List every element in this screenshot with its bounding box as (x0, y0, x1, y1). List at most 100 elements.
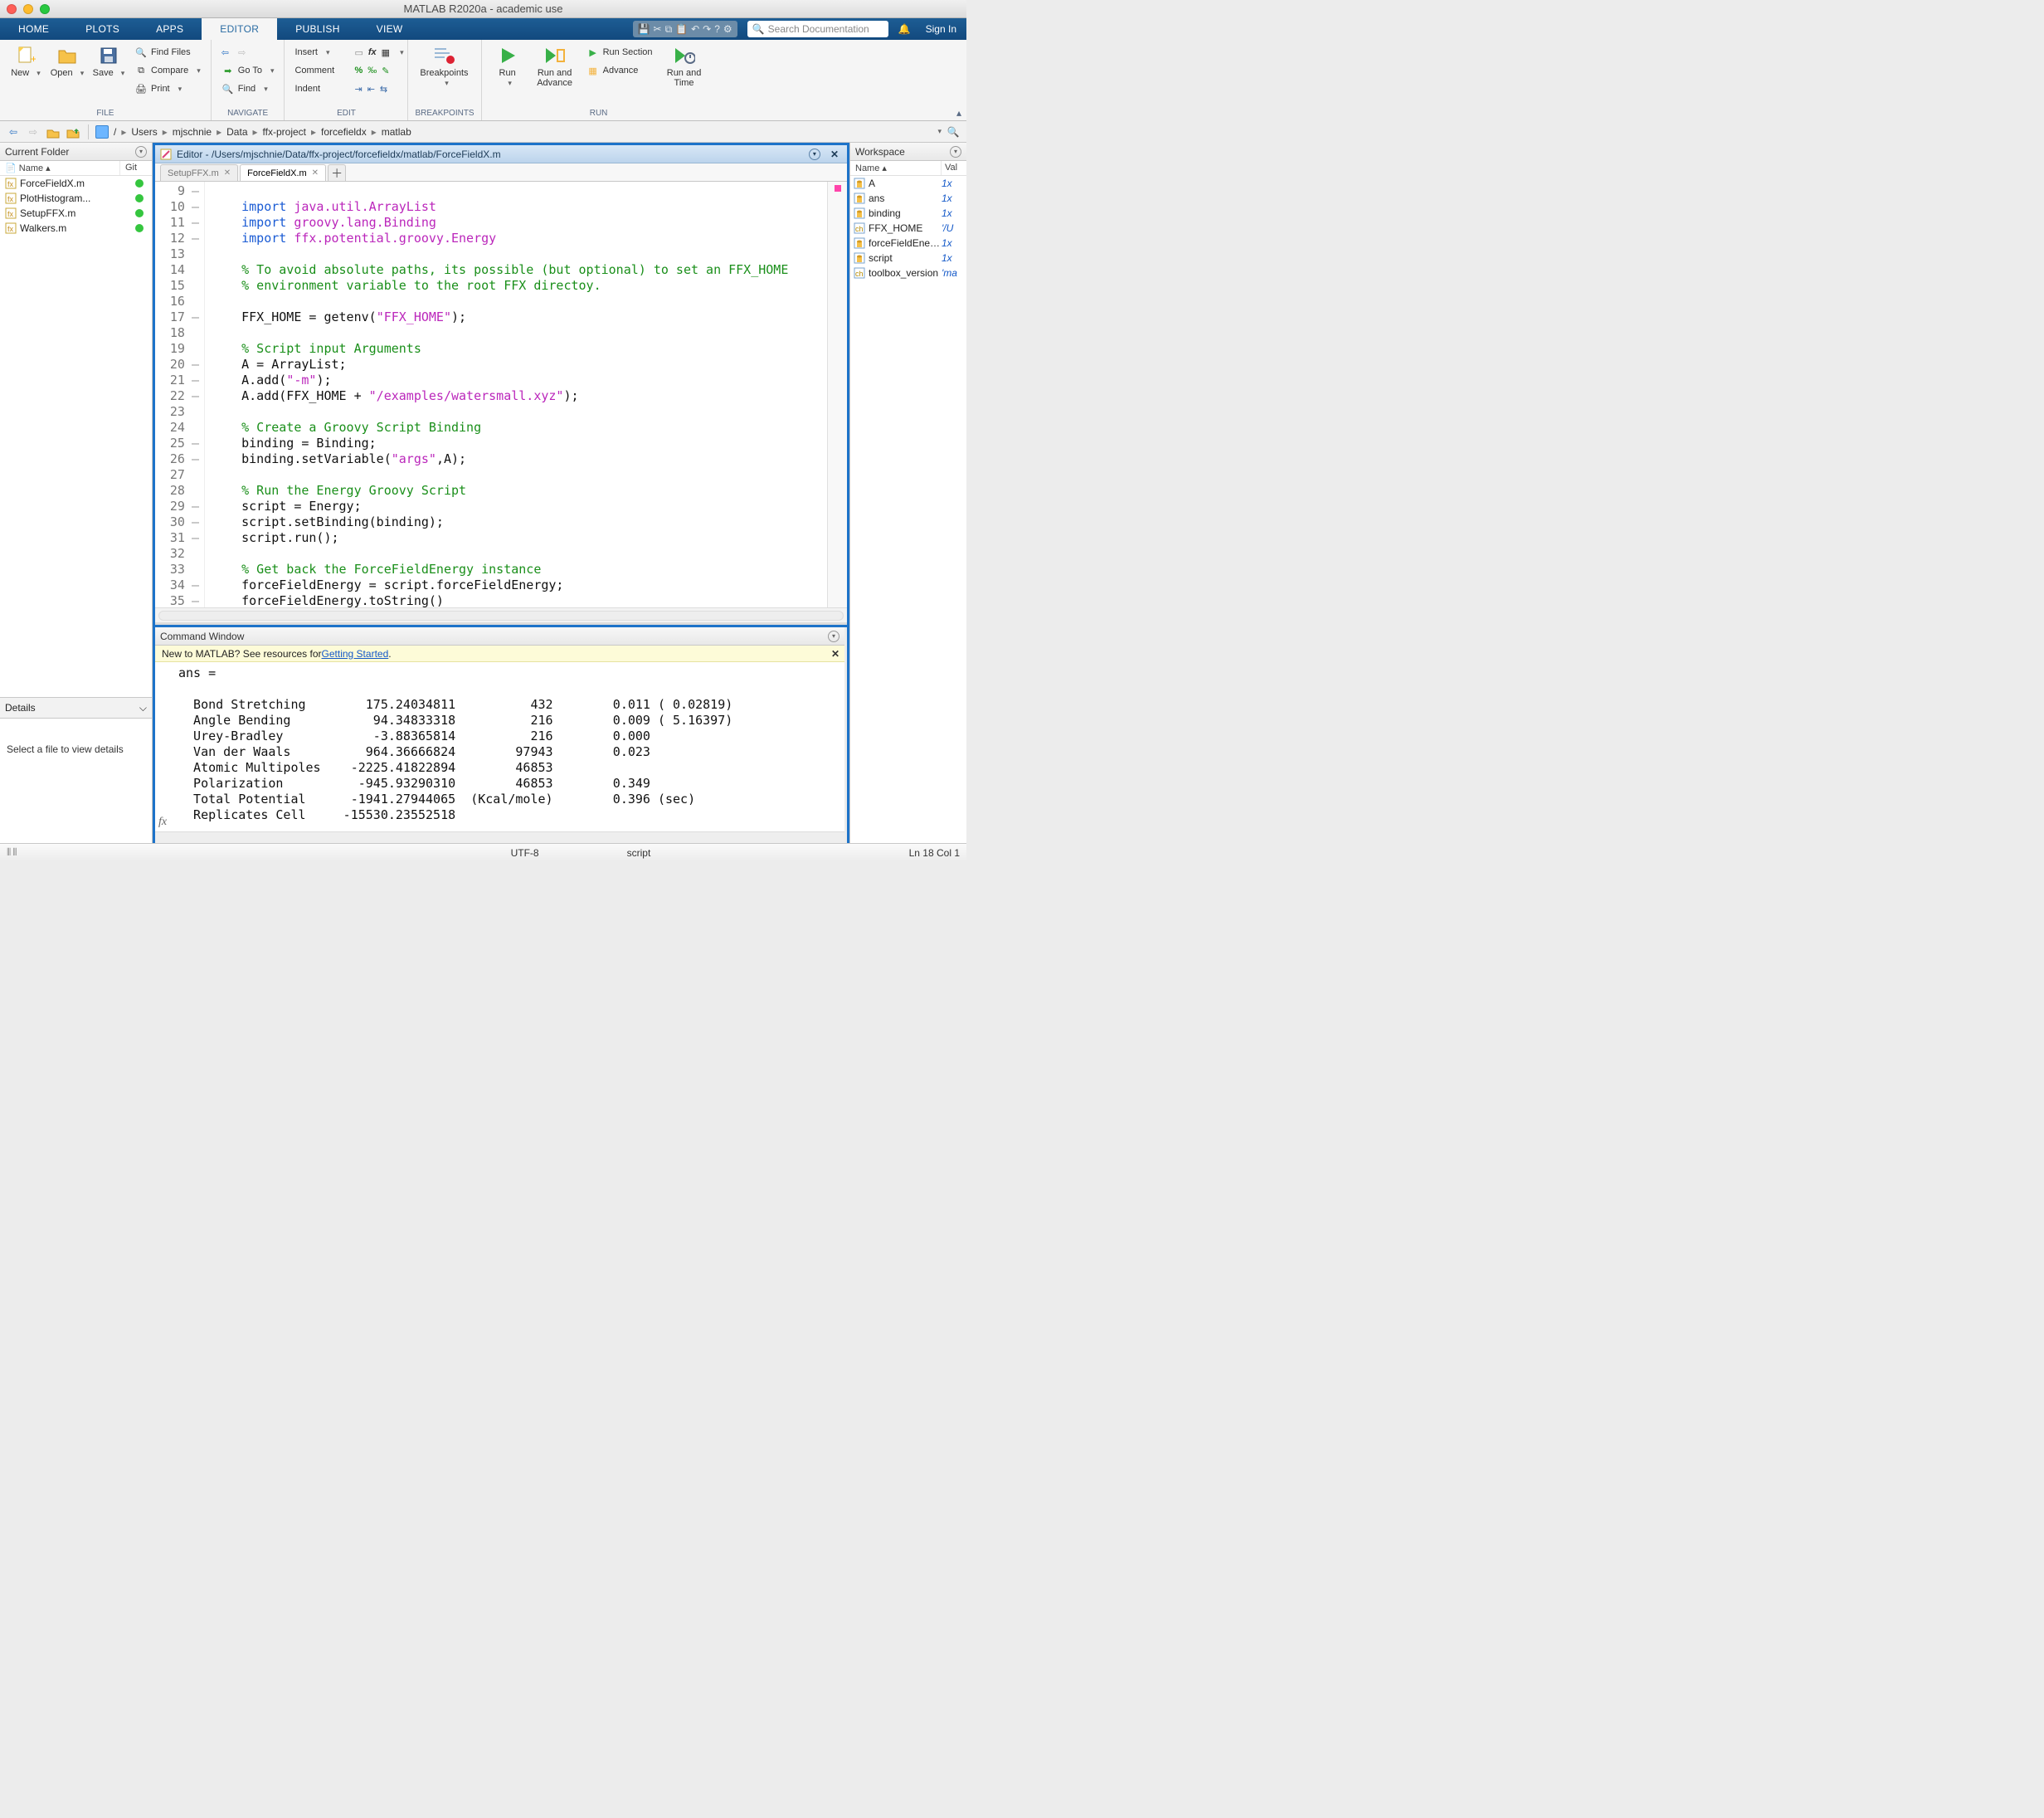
path-search-button[interactable]: 🔍 (945, 124, 961, 140)
add-tab-button[interactable]: ＋ (328, 164, 346, 181)
compare-button[interactable]: ⧉Compare ▾ (131, 61, 204, 80)
save-button[interactable]: Save ▾ (90, 43, 128, 107)
workspace-item[interactable]: forceFieldEnergy1x (850, 236, 966, 251)
open-button[interactable]: Open ▾ (48, 43, 86, 107)
notifications-icon[interactable]: 🔔 (898, 18, 911, 40)
path-up-button[interactable] (45, 124, 61, 140)
close-tab-icon[interactable]: ✕ (312, 168, 319, 178)
editor-tab-setupffx[interactable]: SetupFFX.m✕ (160, 164, 238, 181)
find-files-button[interactable]: 🔍Find Files (131, 43, 204, 61)
zoom-window-button[interactable] (40, 4, 50, 14)
workspace-item[interactable]: ans1x (850, 191, 966, 206)
banner-close-button[interactable]: ✕ (831, 648, 840, 660)
breadcrumb-item[interactable]: / (112, 126, 118, 138)
help-icon[interactable]: ? (714, 23, 720, 35)
breadcrumb: /▸Users▸mjschnie▸Data▸ffx-project▸forcef… (112, 126, 413, 138)
print-button[interactable]: 🖨Print ▾ (131, 80, 204, 98)
cmd-hscroll[interactable] (155, 831, 844, 843)
copy-icon[interactable]: ⧉ (665, 23, 673, 36)
line-gutter[interactable]: 9–10–11–12–13 14 15 16 17–18 19 20–21–22… (155, 182, 205, 607)
nav-back-forward[interactable]: ⇦ ⇨ (218, 43, 278, 61)
compare-icon: ⧉ (134, 64, 148, 77)
advance-button[interactable]: ▦Advance (583, 61, 656, 80)
code-editor[interactable]: 9–10–11–12–13 14 15 16 17–18 19 20–21–22… (155, 182, 847, 607)
tab-plots[interactable]: PLOTS (67, 18, 138, 40)
tab-home[interactable]: HOME (0, 18, 67, 40)
getting-started-link[interactable]: Getting Started (322, 648, 389, 660)
toolstrip-collapse-button[interactable]: ▴ (956, 107, 961, 119)
prefs-icon[interactable]: ⚙ (723, 23, 732, 35)
status-cursor-pos[interactable]: Ln 18 Col 1 (909, 847, 960, 859)
tab-apps[interactable]: APPS (138, 18, 202, 40)
file-row[interactable]: fxSetupFFX.m (0, 206, 152, 221)
tab-editor[interactable]: EDITOR (202, 18, 277, 40)
file-row[interactable]: fxForceFieldX.m (0, 176, 152, 191)
editor-hscroll[interactable] (155, 607, 847, 622)
redo-icon[interactable]: ↷ (703, 23, 711, 35)
status-filetype[interactable]: script (627, 847, 710, 859)
path-dropdown[interactable]: ▾ (937, 127, 942, 136)
nav-fwd-icon[interactable]: ⇨ (238, 47, 246, 58)
breakpoints-icon (433, 45, 455, 66)
undo-icon[interactable]: ↶ (691, 23, 699, 35)
file-row[interactable]: fxWalkers.m (0, 221, 152, 236)
breakpoints-button[interactable]: Breakpoints▾ (415, 43, 473, 107)
cmd-panel-menu-button[interactable]: ▾ (828, 631, 840, 642)
breadcrumb-item[interactable]: forcefieldx (319, 126, 368, 138)
file-row[interactable]: fxPlotHistogram... (0, 191, 152, 206)
workspace-item[interactable]: chtoolbox_version'ma (850, 266, 966, 280)
workspace-item[interactable]: chFFX_HOME'/U (850, 221, 966, 236)
breadcrumb-item[interactable]: Users (129, 126, 158, 138)
cut-icon[interactable]: ✂ (654, 23, 662, 35)
toolstrip-editor: + New ▾ Open ▾ Save ▾ 🔍Find Files ⧉Compa… (0, 40, 966, 121)
details-header[interactable]: Details⌵ (0, 697, 152, 719)
new-button[interactable]: + New ▾ (7, 43, 45, 107)
nav-back-icon[interactable]: ⇦ (221, 47, 229, 58)
panel-menu-button[interactable]: ▾ (135, 146, 147, 158)
run-advance-icon (544, 45, 566, 66)
workspace-columns[interactable]: Name ▴ Val (850, 161, 966, 176)
path-back-button[interactable]: ⇦ (5, 124, 22, 140)
command-output[interactable]: ans = Bond Stretching 175.24034811 432 0… (155, 662, 844, 831)
paste-icon[interactable]: 📋 (675, 23, 688, 35)
save-icon[interactable]: 💾 (638, 23, 650, 35)
breadcrumb-item[interactable]: mjschnie (171, 126, 213, 138)
minimize-window-button[interactable] (23, 4, 33, 14)
sign-in-button[interactable]: Sign In (916, 18, 966, 40)
breadcrumb-item[interactable]: Data (225, 126, 249, 138)
workspace-item[interactable]: binding1x (850, 206, 966, 221)
status-encoding[interactable]: UTF-8 (511, 847, 594, 859)
code-area[interactable]: import java.util.ArrayList import groovy… (205, 182, 827, 607)
breadcrumb-item[interactable]: matlab (380, 126, 413, 138)
run-and-advance-button[interactable]: Run and Advance (530, 43, 580, 107)
editor-marker-bar[interactable] (827, 182, 847, 607)
ws-panel-menu-button[interactable]: ▾ (950, 146, 961, 158)
breadcrumb-item[interactable]: ffx-project (261, 126, 308, 138)
indent-icons[interactable]: ⇥⇤⇆ (351, 80, 401, 98)
comment-button[interactable]: Comment (291, 61, 348, 80)
run-button[interactable]: Run▾ (489, 43, 527, 107)
run-and-time-button[interactable]: Run and Time (659, 43, 709, 107)
workspace-item[interactable]: script1x (850, 251, 966, 266)
insert-section-icon[interactable]: ▭fx▦▾ (351, 43, 401, 61)
workspace-item[interactable]: A1x (850, 176, 966, 191)
close-tab-icon[interactable]: ✕ (224, 168, 231, 178)
path-forward-button[interactable]: ⇨ (25, 124, 41, 140)
run-section-button[interactable]: ▶Run Section (583, 43, 656, 61)
indent-button[interactable]: Indent (291, 80, 348, 98)
editor-tab-forcefieldx[interactable]: ForceFieldX.m✕ (240, 164, 326, 181)
comment-icons[interactable]: %‰✎ (351, 61, 401, 80)
tab-view[interactable]: VIEW (358, 18, 421, 40)
details-message: Select a file to view details (0, 719, 152, 843)
search-docs-field[interactable]: 🔍 Search Documentation (747, 21, 888, 37)
close-window-button[interactable] (7, 4, 17, 14)
git-status-dot (135, 179, 144, 188)
current-folder-columns[interactable]: 📄 Name ▴ Git (0, 161, 152, 176)
goto-button[interactable]: ➡Go To ▾ (218, 61, 278, 80)
insert-button[interactable]: Insert ▾ (291, 43, 348, 61)
editor-panel-menu[interactable]: ▾ (809, 149, 820, 160)
path-up2-button[interactable] (65, 124, 81, 140)
find-button[interactable]: 🔍Find ▾ (218, 80, 278, 98)
tab-publish[interactable]: PUBLISH (277, 18, 358, 40)
editor-close-button[interactable]: ✕ (827, 149, 842, 160)
